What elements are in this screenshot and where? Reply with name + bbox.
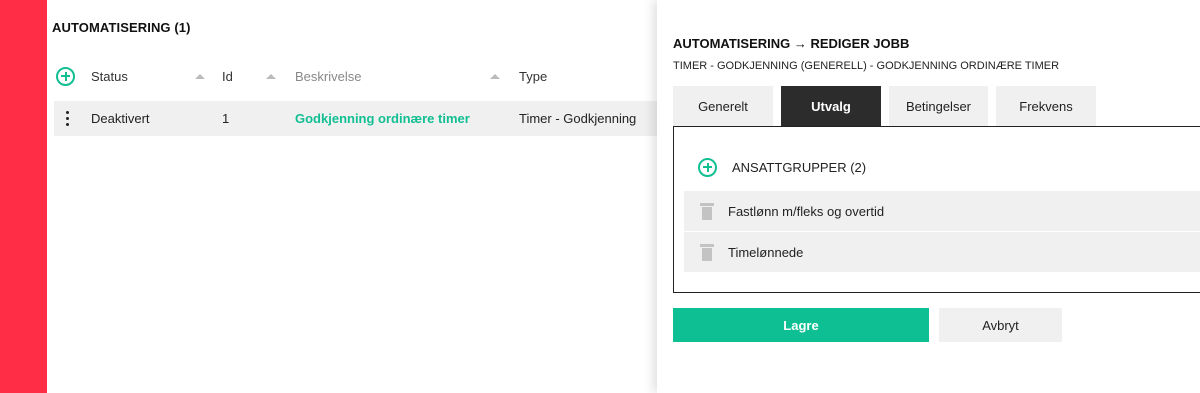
tab-utvalg[interactable]: Utvalg — [781, 86, 881, 126]
list-item: Fastlønn m/fleks og overtid — [684, 191, 1200, 231]
column-header-beskrivelse[interactable]: Beskrivelse — [295, 62, 361, 90]
group-name: Timelønnede — [728, 244, 804, 260]
add-circle-icon — [56, 66, 75, 86]
list-title: AUTOMATISERING (1) — [52, 20, 191, 35]
cancel-button[interactable]: Avbryt — [939, 308, 1062, 342]
row-description-link[interactable]: Godkjenning ordinære timer — [295, 101, 470, 136]
save-button[interactable]: Lagre — [673, 308, 929, 342]
row-menu-icon[interactable] — [60, 101, 74, 136]
automation-list: AUTOMATISERING (1) Status Id Beskrivelse… — [47, 0, 657, 393]
sort-up-icon — [266, 73, 276, 79]
table-row[interactable]: Deaktivert 1 Godkjenning ordinære timer … — [54, 101, 657, 136]
row-type: Timer - Godkjenning — [519, 111, 637, 126]
sort-up-icon — [490, 73, 500, 79]
column-header-status[interactable]: Status — [91, 62, 128, 90]
row-status: Deaktivert — [91, 111, 150, 126]
employee-groups-header: ANSATTGRUPPER (2) — [698, 157, 866, 177]
add-group-icon[interactable] — [698, 157, 717, 177]
tab-betingelser[interactable]: Betingelser — [889, 86, 988, 126]
group-name: Fastlønn m/fleks og overtid — [728, 203, 885, 219]
column-header-type[interactable]: Type — [519, 62, 547, 90]
sort-id-button[interactable] — [266, 62, 276, 90]
trash-icon[interactable] — [700, 202, 714, 220]
tab-frekvens[interactable]: Frekvens — [996, 86, 1096, 126]
add-automation-button[interactable] — [56, 62, 75, 90]
trash-icon[interactable] — [700, 243, 714, 261]
panel-subtitle: TIMER - GODKJENNING (GENERELL) - GODKJEN… — [673, 60, 1060, 72]
sort-status-button[interactable] — [195, 62, 205, 90]
list-item: Timelønnede — [684, 232, 1200, 272]
sort-up-icon — [195, 73, 205, 79]
column-header-id[interactable]: Id — [222, 62, 233, 90]
tab-generelt[interactable]: Generelt — [673, 86, 773, 126]
panel-title: AUTOMATISERING → REDIGER JOBB — [673, 36, 910, 51]
tab-content: ANSATTGRUPPER (2) Fastlønn m/fleks og ov… — [673, 126, 1200, 293]
table-header: Status Id Beskrivelse Type — [54, 62, 657, 90]
side-strip — [0, 0, 47, 393]
sort-beskrivelse-button[interactable] — [490, 62, 500, 90]
employee-groups-label: ANSATTGRUPPER (2) — [732, 159, 867, 175]
row-id: 1 — [222, 111, 230, 126]
edit-job-panel: AUTOMATISERING → REDIGER JOBB TIMER - GO… — [657, 0, 1200, 393]
